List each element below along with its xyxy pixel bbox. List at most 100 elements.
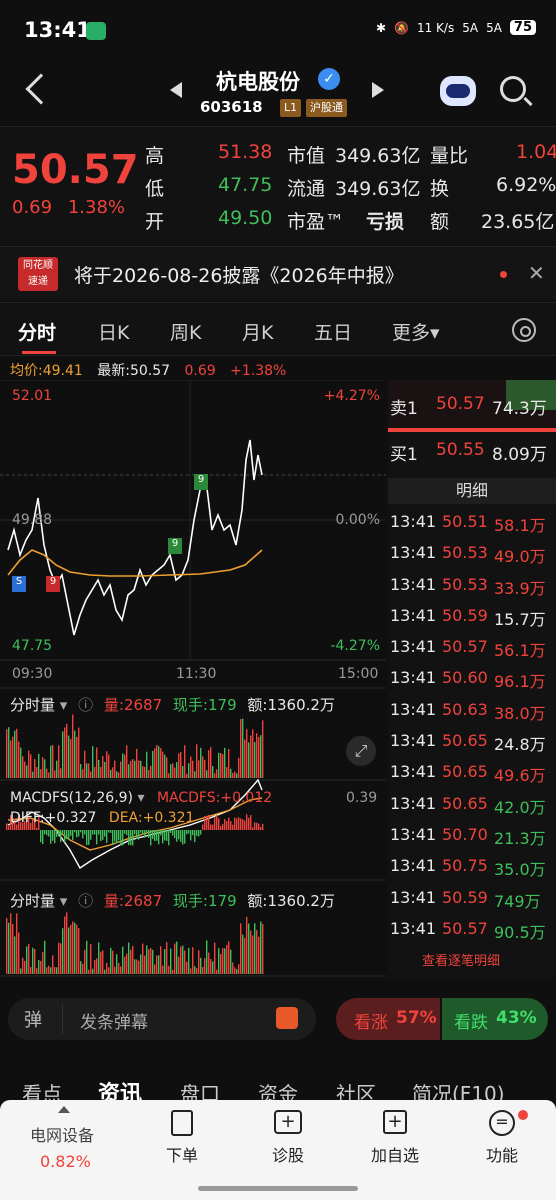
macd-values: DIFF:+0.327 DEA:+0.321 — [10, 810, 194, 826]
volume-bar — [142, 766, 144, 778]
news-banner[interactable]: 同花顺 速递 将于2026-08-26披露《2026年中报》 ✕ — [0, 246, 556, 300]
danmu-input[interactable]: 发条弹幕 — [80, 1008, 148, 1033]
volume-panel-2-select[interactable]: 分时量 — [10, 892, 55, 910]
view-all-trades-link[interactable]: 查看逐笔明细 — [422, 950, 500, 969]
volume-bar — [166, 942, 168, 974]
volume-bar — [258, 936, 260, 974]
tab-daily[interactable]: 日K — [98, 318, 129, 345]
volume-bar — [204, 958, 206, 974]
tab-monthly[interactable]: 月K — [242, 318, 273, 345]
volume-bar — [128, 942, 130, 974]
macd-dropdown-icon[interactable]: ▾ — [137, 790, 144, 806]
volume-bar — [238, 964, 240, 974]
add-watchlist-button[interactable]: + 加自选 — [362, 1110, 428, 1166]
volume-panel-2-vol: 量:2687 — [103, 892, 163, 910]
macd-bar — [220, 826, 222, 830]
prev-stock-icon[interactable] — [170, 82, 182, 98]
trade-price: 50.65 — [442, 731, 488, 751]
sell1-row[interactable]: 卖1 50.57 74.3万 — [388, 380, 556, 428]
volume-bar — [192, 947, 194, 974]
diagnose-button[interactable]: + 诊股 — [258, 1110, 318, 1166]
volume-bar — [72, 921, 74, 974]
tab-intraday[interactable]: 分时 — [18, 318, 56, 345]
volume-bar — [74, 922, 76, 974]
volume-bar — [154, 748, 156, 778]
fullscreen-icon[interactable]: ⤢ — [346, 736, 376, 766]
volume-bar — [84, 949, 86, 974]
trade-row: 13:41 50.75 35.0万 — [388, 852, 556, 883]
macd-bar — [138, 830, 140, 840]
macd-bar — [144, 830, 146, 838]
tab-weekly[interactable]: 周K — [170, 318, 201, 345]
macd-bar — [168, 830, 170, 846]
macd-bar — [108, 830, 110, 833]
volume-bar — [128, 764, 130, 778]
marker-s[interactable]: S — [12, 576, 26, 592]
robot-assistant-icon[interactable] — [440, 76, 476, 106]
buy1-row[interactable]: 买1 50.55 8.09万 — [388, 434, 556, 472]
help-icon-2[interactable]: ⓘ — [78, 892, 93, 910]
macd-bar — [86, 830, 88, 846]
sector-name[interactable]: 电网设备 — [30, 1122, 94, 1146]
macd-header: MACDFS(12,26,9) ▾ MACDFS:+0.012 — [10, 790, 272, 806]
volume-bar — [42, 757, 44, 778]
trade-time: 13:41 — [390, 543, 437, 563]
tab-more[interactable]: 更多▾ — [392, 318, 440, 345]
trade-row: 13:41 50.51 58.1万 — [388, 508, 556, 539]
tab-detail[interactable]: 明细 — [388, 478, 556, 504]
volume-bar — [232, 772, 234, 778]
home-indicator — [198, 1186, 358, 1191]
volume-panel-1-dropdown-icon[interactable]: ▾ — [60, 696, 68, 714]
volume-bar — [244, 937, 246, 974]
danmu-bar[interactable]: 弹 发条弹幕 — [8, 998, 316, 1040]
search-icon[interactable] — [500, 76, 526, 102]
chart-tabs: 分时 日K 周K 月K 五日 更多▾ — [0, 302, 556, 356]
volume-bar — [224, 747, 226, 778]
volume-bar — [220, 753, 222, 778]
trade-volume: 49.6万 — [494, 766, 546, 786]
tag-hgt: 沪股通 — [306, 99, 347, 117]
volume-bar — [138, 760, 140, 778]
marker-9b[interactable]: 9 — [194, 474, 208, 490]
back-icon[interactable] — [25, 73, 57, 105]
volume-bar — [208, 952, 210, 974]
volume-bar — [78, 727, 80, 778]
next-stock-icon[interactable] — [372, 82, 384, 98]
trade-time: 13:41 — [390, 637, 437, 657]
macd-bar — [130, 830, 132, 846]
volume-panel-2-amt: 额:1360.2万 — [247, 892, 335, 910]
help-icon-1[interactable]: ⓘ — [78, 696, 93, 714]
volume-bar — [154, 964, 156, 974]
volume-bar — [122, 946, 124, 974]
volume-panel-1-select[interactable]: 分时量 — [10, 696, 55, 714]
collapse-up-icon[interactable] — [58, 1106, 70, 1113]
macd-select[interactable]: MACDFS(12,26,9) — [10, 790, 133, 806]
marker-9a[interactable]: 9 — [46, 576, 60, 592]
volume-bar — [174, 767, 176, 778]
trade-volume: 21.3万 — [494, 828, 546, 848]
tab-5day[interactable]: 五日 — [314, 318, 352, 345]
macd-bar — [42, 830, 44, 845]
macd-bar — [238, 817, 240, 830]
bearish-button[interactable]: 看跌 43% — [442, 998, 548, 1040]
news-text[interactable]: 将于2026-08-26披露《2026年中报》 — [74, 261, 404, 288]
volume-bar — [180, 751, 182, 778]
volume-bar — [170, 764, 172, 778]
gift-icon[interactable] — [276, 1007, 298, 1029]
price-change: 0.69 1.38% — [12, 197, 125, 218]
intraday-chart[interactable]: 52.01 49.88 47.75 +4.27% 0.00% -4.27% 09… — [0, 379, 386, 980]
volume-panel-2-dropdown-icon[interactable]: ▾ — [60, 892, 68, 910]
buy1-price: 50.55 — [436, 440, 485, 460]
order-button[interactable]: 下单 — [152, 1110, 212, 1166]
low-label: 低 — [145, 178, 165, 200]
trade-price: 50.70 — [442, 824, 488, 844]
macd-bar — [56, 830, 58, 837]
bullish-button[interactable]: 看涨 57% — [336, 998, 440, 1040]
macd-bar — [198, 830, 200, 837]
volume-bar — [242, 934, 244, 974]
marker-9c[interactable]: 9 — [168, 538, 182, 554]
gear-icon[interactable] — [512, 318, 536, 342]
close-icon[interactable]: ✕ — [528, 261, 545, 285]
volume-bar — [124, 754, 126, 778]
volume-bar — [70, 924, 72, 974]
